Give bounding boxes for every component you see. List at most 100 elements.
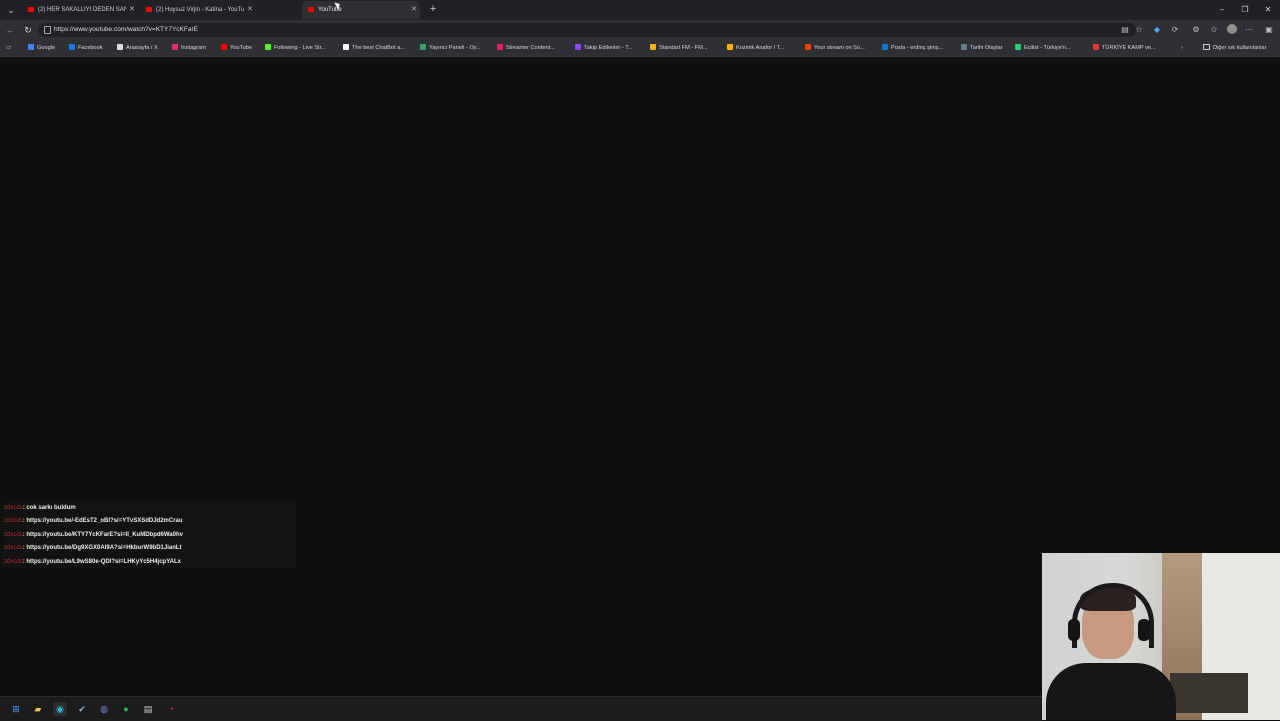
sidebar-icon[interactable]: ▣: [1263, 24, 1275, 36]
plus-icon[interactable]: +: [426, 2, 440, 16]
tab-actions-icon[interactable]: ▭: [6, 40, 11, 56]
bookmark-label: Following - Live Str...: [274, 45, 326, 51]
webcam-background-shelf: [1170, 673, 1248, 713]
bookmark-label: Standart FM - FM...: [659, 45, 708, 51]
refresh-extension-icon[interactable]: ⟳: [1169, 24, 1181, 36]
bookmark-item[interactable]: Ecilist - Türkiye'n...: [1015, 40, 1071, 56]
chat-username: zdxcds: [4, 531, 23, 538]
bookmark-item[interactable]: Takip Edilenler - T...: [575, 40, 633, 56]
bookmark-favicon-icon: [497, 44, 503, 50]
back-arrow-icon[interactable]: ←: [3, 23, 17, 37]
chevron-down-icon[interactable]: ⌄: [4, 3, 18, 17]
bookmark-item[interactable]: Your stream on So...: [805, 40, 865, 56]
reload-icon[interactable]: ↻: [21, 23, 35, 37]
close-icon[interactable]: ✕: [129, 1, 135, 19]
bookmark-item[interactable]: Kozmik Anafor / T...: [727, 40, 784, 56]
bookmark-favicon-icon: [575, 44, 581, 50]
bookmark-label: YouTube: [230, 45, 252, 51]
favorites-icon[interactable]: ✩: [1208, 24, 1220, 36]
address-bar[interactable]: https://www.youtube.com/watch?v=KTY7YcKF…: [38, 23, 1136, 37]
bookmark-favicon-icon: [727, 44, 733, 50]
bookmark-item[interactable]: Google: [28, 40, 55, 56]
chat-username: zdxcds: [4, 518, 23, 525]
start-icon[interactable]: ⊞: [9, 702, 23, 716]
close-icon[interactable]: ✕: [247, 1, 253, 19]
bookmark-label: The best ChatBot a...: [352, 45, 405, 51]
bookmark-item[interactable]: Tarihi Olaylar: [961, 40, 1003, 56]
bookmark-label: Your stream on So...: [814, 45, 865, 51]
bookmark-label: Ecilist - Türkiye'n...: [1024, 45, 1071, 51]
bookmark-label: TÜRKİYE KAMP ve...: [1102, 45, 1156, 51]
bookmark-item[interactable]: Standart FM - FM...: [650, 40, 708, 56]
bookmark-item[interactable]: Following - Live Str...: [265, 40, 326, 56]
bookmark-label: Streamer Content...: [506, 45, 555, 51]
folder-icon: [1203, 44, 1210, 50]
chat-username: zdxcds: [4, 545, 23, 552]
bookmark-label: Posta - erdinç şimş...: [891, 45, 944, 51]
bookmark-item[interactable]: Instagram: [172, 40, 206, 56]
tab-2[interactable]: (2) Huysuz Virjin - Katina - YouTube ✕: [140, 1, 256, 19]
tab-1[interactable]: (2) HER SAKALLIYI DEDEN SANMA ✕: [22, 1, 138, 19]
discord-icon[interactable]: ◍: [97, 702, 111, 716]
chat-message: zdxcds: cok sarkı buldum: [4, 502, 76, 515]
url-text[interactable]: https://www.youtube.com/watch?v=KTY7YcKF…: [54, 23, 198, 37]
edge-browser-icon[interactable]: ◉: [53, 702, 67, 716]
other-bookmarks-label: Diğer sık kullanılanlar: [1213, 45, 1267, 51]
headset-ear-left: [1068, 619, 1080, 641]
reader-view-icon[interactable]: ▤: [1119, 24, 1131, 36]
bookmark-item[interactable]: YouTube: [221, 40, 252, 56]
bookmark-favicon-icon: [1015, 44, 1021, 50]
file-explorer-icon[interactable]: ▰: [31, 702, 45, 716]
bookmark-favicon-icon: [265, 44, 271, 50]
chat-message: zdxcds: https://youtu.be/Dg9XGX0AI9A?si=…: [4, 542, 182, 555]
close-icon[interactable]: ✕: [411, 1, 417, 19]
app-icon[interactable]: ◔: [164, 702, 178, 716]
bookmark-favicon-icon: [1093, 44, 1099, 50]
tab-3-active[interactable]: YouTube ✕: [302, 1, 420, 19]
bookmark-label: Google: [37, 45, 56, 51]
bookmark-favicon-icon: [69, 44, 75, 50]
chat-text: : https://youtu.be/-EdEsT2_oBI?si=YTvSXS…: [22, 518, 183, 525]
chat-overlay: zdxcds: cok sarkı buldum zdxcds: https://…: [2, 502, 296, 568]
steam-icon[interactable]: ✔: [75, 702, 89, 716]
bookmark-label: Tarihi Olaylar: [970, 45, 1003, 51]
spotify-icon[interactable]: ●: [119, 702, 133, 716]
chat-message: zdxcds: https://youtu.be/-EdEsT2_oBI?si=…: [4, 515, 183, 528]
youtube-icon: [308, 7, 314, 12]
bookmark-item[interactable]: The best ChatBot a...: [343, 40, 405, 56]
bookmark-item[interactable]: Anasayfa / X: [117, 40, 158, 56]
bookmark-favicon-icon: [172, 44, 178, 50]
chat-username: zdxcds: [4, 505, 23, 511]
tab-title: (2) Huysuz Virjin - Katina - YouTube: [156, 7, 244, 13]
chat-text: : cok sarkı buldum: [22, 505, 76, 511]
other-bookmarks[interactable]: Diğer sık kullanılanlar: [1203, 40, 1266, 56]
chat-message: zdxcds: https://youtu.be/KTY7YcKFarE?si=…: [4, 529, 183, 542]
youtube-icon: [28, 7, 34, 12]
restore-icon[interactable]: ❐: [1234, 0, 1256, 20]
more-menu-icon[interactable]: ⋯: [1243, 24, 1255, 36]
bookmark-label: Instagram: [181, 45, 206, 51]
bookmark-item[interactable]: Yayıncı Paneli - Oy...: [420, 40, 481, 56]
bookmark-item[interactable]: Streamer Content...: [497, 40, 555, 56]
chat-username: zdxcds: [4, 558, 23, 565]
bookmark-item[interactable]: TÜRKİYE KAMP ve...: [1093, 40, 1156, 56]
profile-avatar[interactable]: [1227, 24, 1237, 34]
bookmark-favicon-icon: [343, 44, 349, 50]
star-icon[interactable]: ☆: [1133, 24, 1145, 36]
browser-toolbar: ← ↻ https://www.youtube.com/watch?v=KTY7…: [0, 20, 1280, 40]
bookmark-favicon-icon: [650, 44, 656, 50]
minimize-icon[interactable]: –: [1211, 0, 1233, 20]
bookmark-favicon-icon: [420, 44, 426, 50]
chat-text: : https://youtu.be/KTY7YcKFarE?si=Il_KuM…: [22, 531, 183, 538]
terminal-icon[interactable]: ▤: [141, 702, 155, 716]
bookmark-item[interactable]: Facebook: [69, 40, 103, 56]
extensions-icon[interactable]: ⚙: [1190, 24, 1202, 36]
bookmark-favicon-icon: [805, 44, 811, 50]
bookmark-item[interactable]: Posta - erdinç şimş...: [882, 40, 943, 56]
extension-icon[interactable]: ◆: [1151, 24, 1163, 36]
bookmark-label: Takip Edilenler - T...: [584, 45, 633, 51]
chat-message: zdxcds: https://youtu.be/L9wS80e-QDI?si=…: [4, 556, 181, 569]
close-icon[interactable]: ✕: [1257, 0, 1279, 20]
chevron-right-icon[interactable]: ›: [1181, 40, 1183, 56]
webcam-overlay: [1042, 553, 1280, 720]
